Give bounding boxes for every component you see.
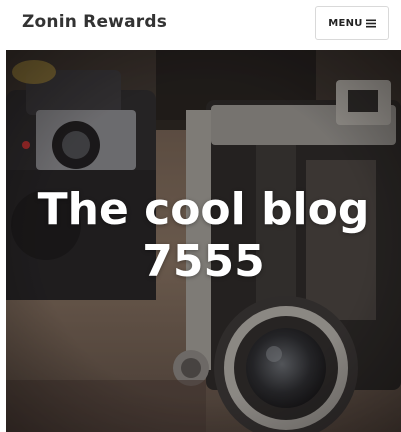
site-header: Zonin Rewards MENU bbox=[0, 0, 401, 50]
hero-title-line1: The cool blog bbox=[37, 184, 370, 235]
menu-label: MENU bbox=[328, 17, 363, 29]
hero-title[interactable]: The cool blog 7555 bbox=[6, 184, 401, 288]
menu-button[interactable]: MENU bbox=[315, 6, 389, 40]
hero-banner: The cool blog 7555 bbox=[6, 50, 401, 432]
site-title[interactable]: Zonin Rewards bbox=[22, 12, 167, 32]
hero-title-line2: 7555 bbox=[142, 236, 265, 287]
hamburger-icon bbox=[365, 19, 376, 27]
